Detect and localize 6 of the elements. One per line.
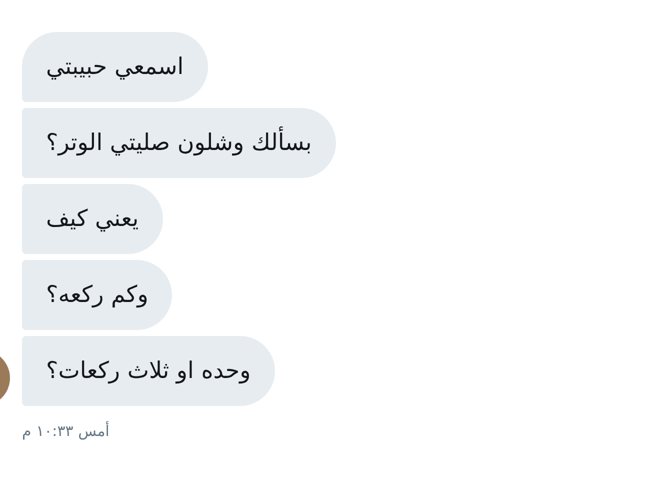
- message-bubble: بسألك وشلون صليتي الوتر؟: [22, 108, 336, 178]
- message-bubble: يعني كيف: [22, 184, 163, 254]
- message-bubble: اسمعي حبيبتي: [22, 32, 208, 102]
- message-bubble: وكم ركعه؟: [22, 260, 172, 330]
- message-timestamp: أمس ١٠:٣٣ م: [22, 420, 110, 442]
- message-bubble: وحده او ثلاث ركعات؟: [22, 336, 275, 406]
